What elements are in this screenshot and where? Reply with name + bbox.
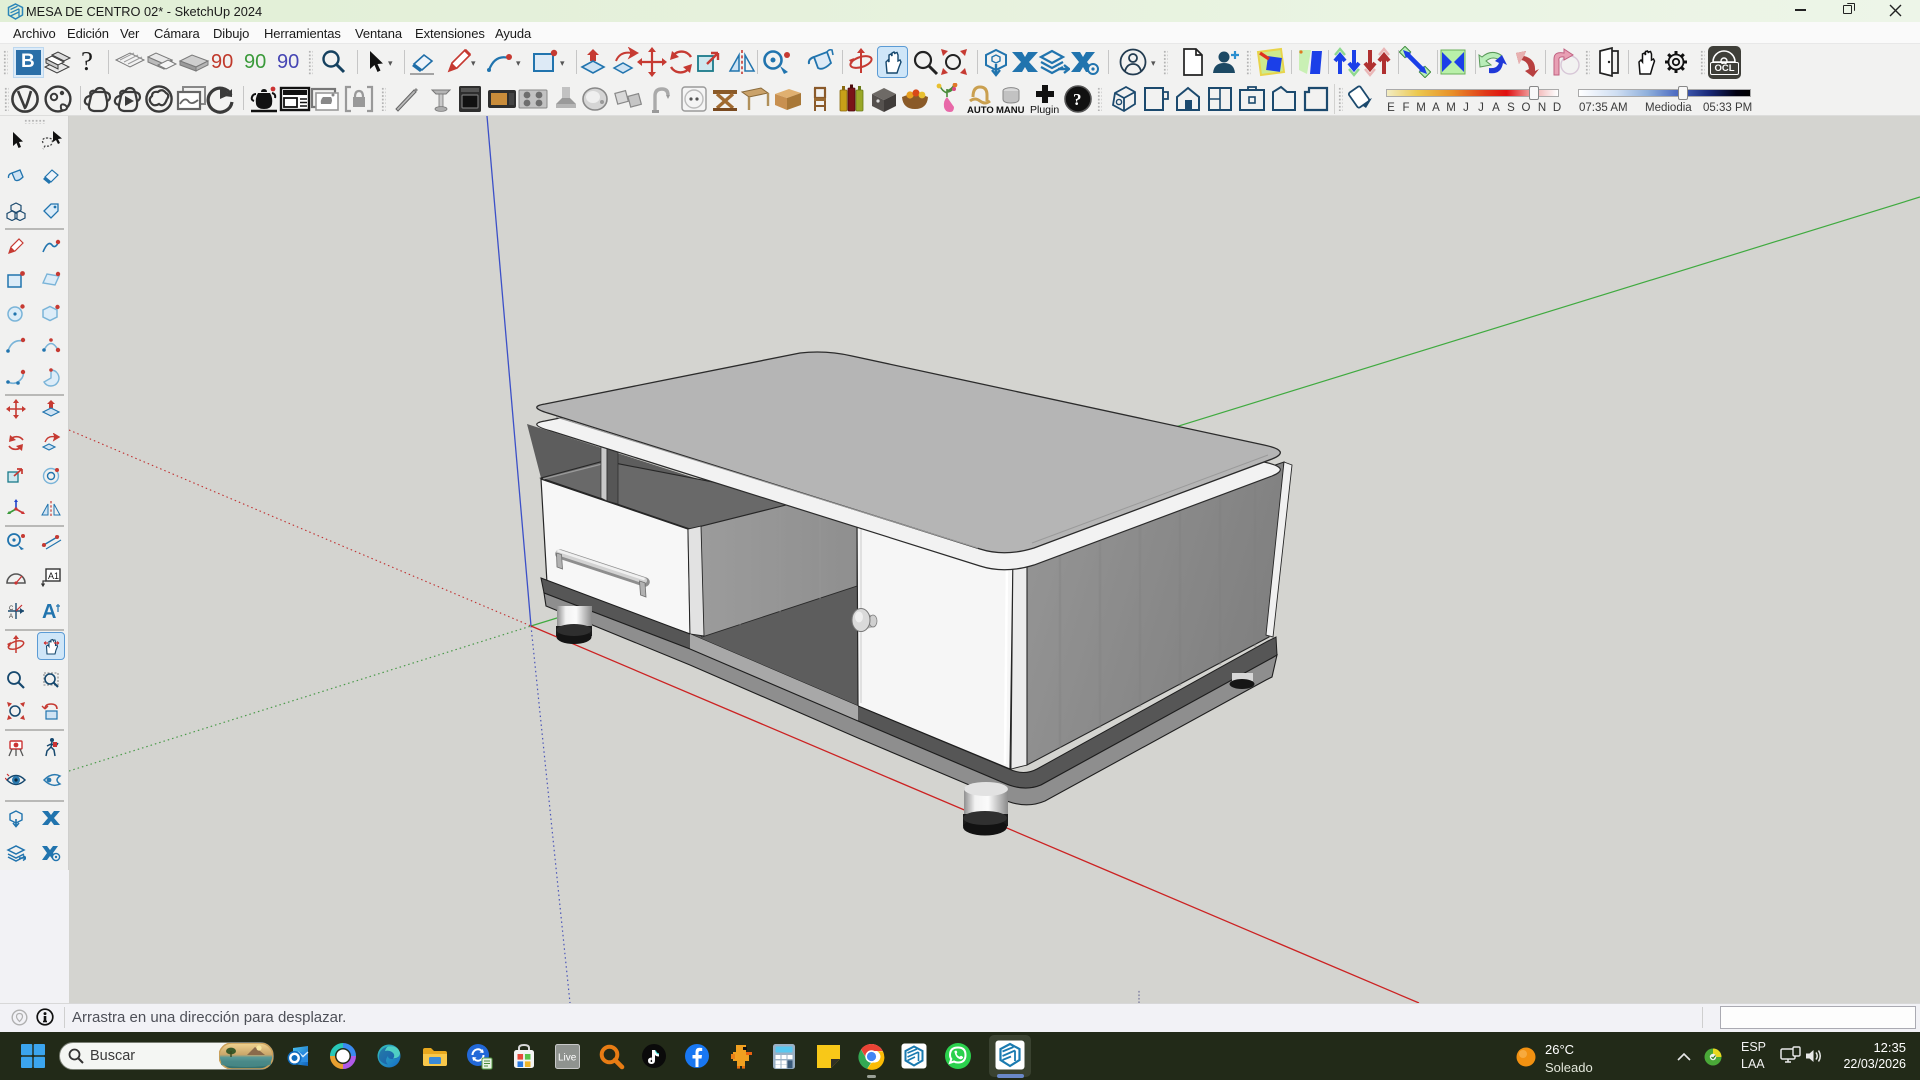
svg-text:A1: A1 bbox=[48, 571, 59, 581]
svg-text:A: A bbox=[9, 614, 13, 620]
svg-text:?: ? bbox=[1073, 90, 1082, 109]
svg-text:MANU: MANU bbox=[996, 105, 1025, 115]
svg-text:C: C bbox=[9, 606, 14, 612]
svg-text:Live: Live bbox=[558, 1053, 577, 1064]
svg-text:A: A bbox=[42, 601, 56, 622]
svg-text:AUTO: AUTO bbox=[967, 105, 994, 115]
svg-text:Plugin: Plugin bbox=[1030, 104, 1059, 115]
